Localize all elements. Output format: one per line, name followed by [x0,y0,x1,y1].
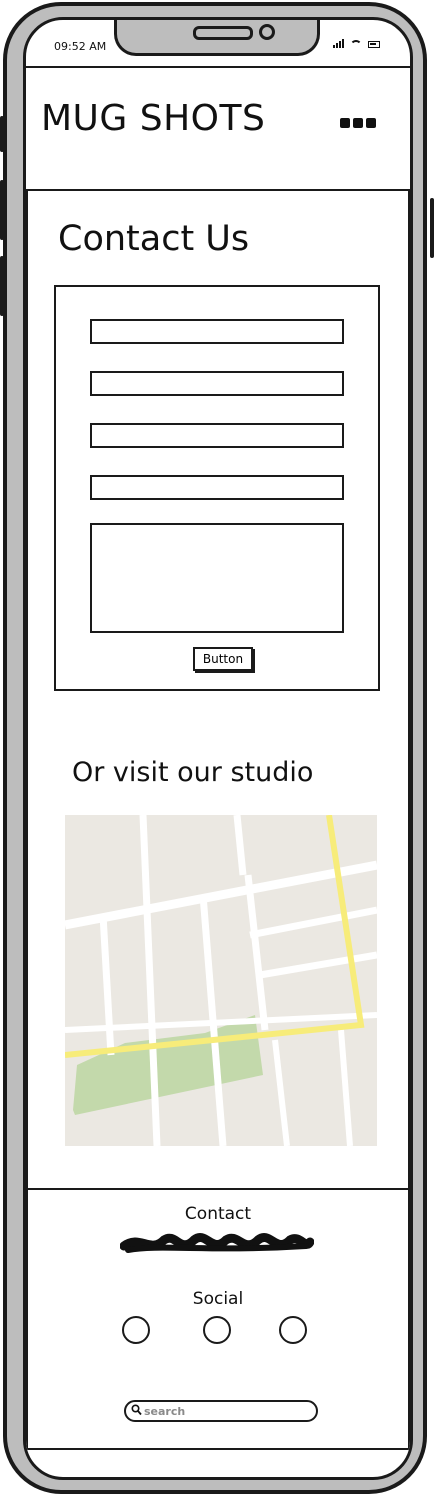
main-content: Contact Us Button Or visit our studio [26,191,410,1188]
wifi-icon [350,40,362,48]
search-box[interactable] [124,1400,318,1422]
form-field-3[interactable] [90,423,344,448]
visit-heading: Or visit our studio [72,757,314,788]
page-title: Contact Us [58,219,250,259]
social-link-2[interactable] [203,1316,231,1344]
status-bar: 09:52 AM [26,20,410,68]
studio-map[interactable] [65,815,377,1146]
contact-form: Button [54,285,380,691]
message-textarea[interactable] [90,523,344,633]
search-input[interactable] [144,1403,312,1419]
status-time: 09:52 AM [54,40,107,53]
phone-notch [114,20,320,56]
phone-screen: 09:52 AM MUG SHOTS Contact Us Button Or … [23,17,413,1480]
footer: Contact Social [26,1188,410,1450]
phone-side-button-left-1 [0,116,4,152]
more-horizontal-icon[interactable] [340,118,376,128]
brand-title: MUG SHOTS [41,98,266,139]
phone-side-button-left-2 [0,180,4,240]
form-field-1[interactable] [90,319,344,344]
footer-contact-title: Contact [184,1204,252,1224]
social-link-1[interactable] [122,1316,150,1344]
signal-icon [333,39,344,48]
battery-icon [368,41,380,48]
submit-button[interactable]: Button [193,647,253,671]
front-camera [259,24,275,40]
search-icon [131,1404,142,1416]
social-link-3[interactable] [279,1316,307,1344]
speaker-grille [193,26,253,40]
status-icons [333,39,380,48]
footer-social-title: Social [192,1289,244,1309]
header: MUG SHOTS [26,66,410,191]
form-field-2[interactable] [90,371,344,396]
phone-side-button-right [430,198,434,258]
redacted-contact-scribble [120,1233,314,1253]
phone-side-button-left-3 [0,256,4,316]
map-graphic [65,815,377,1146]
form-field-4[interactable] [90,475,344,500]
